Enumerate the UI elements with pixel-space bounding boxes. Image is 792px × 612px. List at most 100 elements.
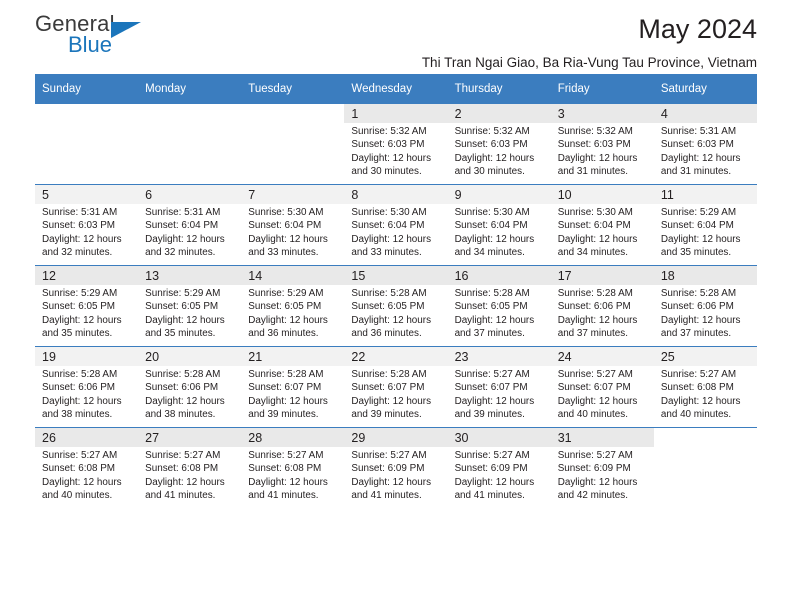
calendar-day-cell-empty — [653, 427, 757, 508]
daylight-text: Daylight: 12 hours — [557, 476, 638, 488]
calendar-day-cell[interactable]: 18 Sunrise: 5:28 AM Sunset: 6:06 PM Dayligh… — [653, 265, 757, 347]
daylight-text: Daylight: 12 hours — [248, 395, 328, 407]
day-number: 7 — [241, 185, 345, 204]
day-number — [654, 428, 757, 447]
calendar-day-cell[interactable]: 15 Sunrise: 5:28 AM Sunset: 6:05 PM Dayligh… — [344, 265, 448, 347]
calendar-day-cell[interactable]: 26 Sunrise: 5:27 AM Sunset: 6:08 PM Dayligh… — [35, 427, 139, 508]
calendar-day-cell[interactable]: 30 Sunrise: 5:27 AM Sunset: 6:09 PM Dayligh… — [447, 427, 551, 508]
calendar-day-cell[interactable]: 20 Sunrise: 5:28 AM Sunset: 6:06 PM Dayligh… — [138, 346, 242, 428]
sunrise-text: Sunrise: 5:27 AM — [557, 450, 633, 461]
calendar-day-cell[interactable]: 8 Sunrise: 5:30 AM Sunset: 6:04 PM Daylight… — [344, 184, 448, 266]
sunset-text: Sunset: 6:07 PM — [248, 382, 322, 394]
sunrise-text: Sunrise: 5:32 AM — [557, 126, 633, 137]
weekday-header-tuesday: Tuesday — [241, 74, 345, 104]
day-number: 26 — [35, 428, 139, 447]
sunrise-text: Sunrise: 5:28 AM — [351, 288, 427, 299]
sunset-text: Sunset: 6:03 PM — [42, 220, 116, 232]
calendar-day-cell[interactable]: 27 Sunrise: 5:27 AM Sunset: 6:08 PM Dayligh… — [138, 427, 242, 508]
calendar-day-cell[interactable]: 4 Sunrise: 5:31 AM Sunset: 6:03 PM Daylight… — [653, 103, 757, 185]
calendar-day-cell[interactable]: 23 Sunrise: 5:27 AM Sunset: 6:07 PM Dayligh… — [447, 346, 551, 428]
day-number: 4 — [653, 104, 757, 123]
day-number: 1 — [344, 104, 448, 123]
daylight-text: and 42 minutes. — [557, 490, 628, 502]
calendar-week-row: 12 Sunrise: 5:29 AM Sunset: 6:05 PM Dayligh… — [35, 265, 757, 347]
general-blue-logo[interactable]: General Blue — [35, 12, 215, 68]
daylight-text: Daylight: 12 hours — [248, 233, 328, 245]
weekday-header-sunday: Sunday — [35, 74, 139, 104]
calendar-day-cell[interactable]: 13 Sunrise: 5:29 AM Sunset: 6:05 PM Dayligh… — [138, 265, 242, 347]
daylight-text: Daylight: 12 hours — [351, 314, 432, 326]
calendar-day-cell[interactable]: 17 Sunrise: 5:28 AM Sunset: 6:06 PM Dayligh… — [550, 265, 654, 347]
sunrise-text: Sunrise: 5:31 AM — [660, 126, 737, 137]
sunset-text: Sunset: 6:08 PM — [248, 463, 322, 475]
day-details: Sunrise: 5:30 AM Sunset: 6:04 PM Daylight:… — [448, 204, 551, 260]
day-number: 29 — [344, 428, 448, 447]
day-details: Sunrise: 5:28 AM Sunset: 6:06 PM Daylight:… — [35, 366, 138, 422]
day-number: 3 — [550, 104, 654, 123]
day-details: Sunrise: 5:30 AM Sunset: 6:04 PM Daylight:… — [551, 204, 654, 260]
sunset-text: Sunset: 6:08 PM — [145, 463, 219, 475]
sunset-text: Sunset: 6:03 PM — [660, 139, 734, 151]
day-number: 25 — [653, 347, 757, 366]
calendar-day-cell[interactable]: 16 Sunrise: 5:28 AM Sunset: 6:05 PM Dayligh… — [447, 265, 551, 347]
daylight-text: Daylight: 12 hours — [145, 476, 225, 488]
calendar-day-cell[interactable]: 29 Sunrise: 5:27 AM Sunset: 6:09 PM Dayligh… — [344, 427, 448, 508]
daylight-text: Daylight: 12 hours — [454, 233, 535, 245]
day-details: Sunrise: 5:27 AM Sunset: 6:07 PM Daylight:… — [448, 366, 551, 422]
calendar-day-cell[interactable]: 10 Sunrise: 5:30 AM Sunset: 6:04 PM Dayligh… — [550, 184, 654, 266]
sunrise-text: Sunrise: 5:30 AM — [454, 207, 530, 218]
calendar-day-cell[interactable]: 31 Sunrise: 5:27 AM Sunset: 6:09 PM Dayligh… — [550, 427, 654, 508]
calendar-day-cell[interactable]: 6 Sunrise: 5:31 AM Sunset: 6:04 PM Daylight… — [138, 184, 242, 266]
daylight-text: Daylight: 12 hours — [557, 233, 638, 245]
calendar-day-cell[interactable]: 14 Sunrise: 5:29 AM Sunset: 6:05 PM Dayligh… — [241, 265, 345, 347]
calendar-day-cell[interactable]: 19 Sunrise: 5:28 AM Sunset: 6:06 PM Dayligh… — [35, 346, 139, 428]
sunrise-text: Sunrise: 5:32 AM — [351, 126, 427, 137]
calendar-day-cell-empty — [138, 103, 242, 185]
day-number: 21 — [241, 347, 345, 366]
daylight-text: and 35 minutes. — [42, 328, 113, 340]
daylight-text: and 31 minutes. — [557, 166, 628, 178]
daylight-text: and 38 minutes. — [42, 409, 113, 421]
calendar-day-cell[interactable]: 5 Sunrise: 5:31 AM Sunset: 6:03 PM Daylight… — [35, 184, 139, 266]
day-number: 13 — [138, 266, 242, 285]
calendar-day-cell[interactable]: 25 Sunrise: 5:27 AM Sunset: 6:08 PM Dayligh… — [653, 346, 757, 428]
calendar-day-cell[interactable]: 7 Sunrise: 5:30 AM Sunset: 6:04 PM Daylight… — [241, 184, 345, 266]
day-number: 14 — [241, 266, 345, 285]
calendar-day-cell[interactable]: 24 Sunrise: 5:27 AM Sunset: 6:07 PM Dayligh… — [550, 346, 654, 428]
sunset-text: Sunset: 6:04 PM — [351, 220, 425, 232]
daylight-text: and 39 minutes. — [351, 409, 422, 421]
day-number — [35, 104, 138, 123]
day-number: 28 — [241, 428, 345, 447]
calendar-day-cell[interactable]: 12 Sunrise: 5:29 AM Sunset: 6:05 PM Dayligh… — [35, 265, 139, 347]
sunset-text: Sunset: 6:07 PM — [351, 382, 425, 394]
daylight-text: Daylight: 12 hours — [42, 476, 122, 488]
location-subtitle: Thi Tran Ngai Giao, Ba Ria-Vung Tau Prov… — [421, 55, 757, 70]
day-details: Sunrise: 5:31 AM Sunset: 6:04 PM Daylight:… — [138, 204, 241, 260]
calendar-day-cell[interactable]: 9 Sunrise: 5:30 AM Sunset: 6:04 PM Daylight… — [447, 184, 551, 266]
daylight-text: and 37 minutes. — [454, 328, 525, 340]
title-block: May 2024 Thi Tran Ngai Giao, Ba Ria-Vung… — [422, 0, 757, 74]
daylight-text: Daylight: 12 hours — [145, 233, 225, 245]
calendar-day-cell[interactable]: 11 Sunrise: 5:29 AM Sunset: 6:04 PM Dayligh… — [653, 184, 757, 266]
daylight-text: and 37 minutes. — [557, 328, 628, 340]
daylight-text: and 36 minutes. — [248, 328, 319, 340]
sunrise-text: Sunrise: 5:27 AM — [660, 369, 737, 380]
calendar-week-row: 26 Sunrise: 5:27 AM Sunset: 6:08 PM Dayligh… — [35, 427, 757, 508]
calendar-day-cell[interactable]: 1 Sunrise: 5:32 AM Sunset: 6:03 PM Daylight… — [344, 103, 448, 185]
daylight-text: and 33 minutes. — [248, 247, 319, 259]
day-number: 23 — [447, 347, 551, 366]
calendar-day-cell[interactable]: 22 Sunrise: 5:28 AM Sunset: 6:07 PM Dayligh… — [344, 346, 448, 428]
daylight-text: and 32 minutes. — [145, 247, 216, 259]
sunrise-text: Sunrise: 5:29 AM — [248, 288, 324, 299]
calendar-day-cell[interactable]: 3 Sunrise: 5:32 AM Sunset: 6:03 PM Daylight… — [550, 103, 654, 185]
daylight-text: Daylight: 12 hours — [454, 476, 535, 488]
sunrise-text: Sunrise: 5:30 AM — [557, 207, 633, 218]
day-details: Sunrise: 5:28 AM Sunset: 6:06 PM Daylight:… — [551, 285, 654, 341]
daylight-text: Daylight: 12 hours — [660, 233, 741, 245]
calendar-day-cell[interactable]: 21 Sunrise: 5:28 AM Sunset: 6:07 PM Dayligh… — [241, 346, 345, 428]
calendar-day-cell[interactable]: 28 Sunrise: 5:27 AM Sunset: 6:08 PM Dayligh… — [241, 427, 345, 508]
weekday-header-thursday: Thursday — [447, 74, 551, 104]
calendar-day-cell[interactable]: 2 Sunrise: 5:32 AM Sunset: 6:03 PM Daylight… — [447, 103, 551, 185]
daylight-text: Daylight: 12 hours — [145, 314, 225, 326]
weekday-header-friday: Friday — [550, 74, 654, 104]
